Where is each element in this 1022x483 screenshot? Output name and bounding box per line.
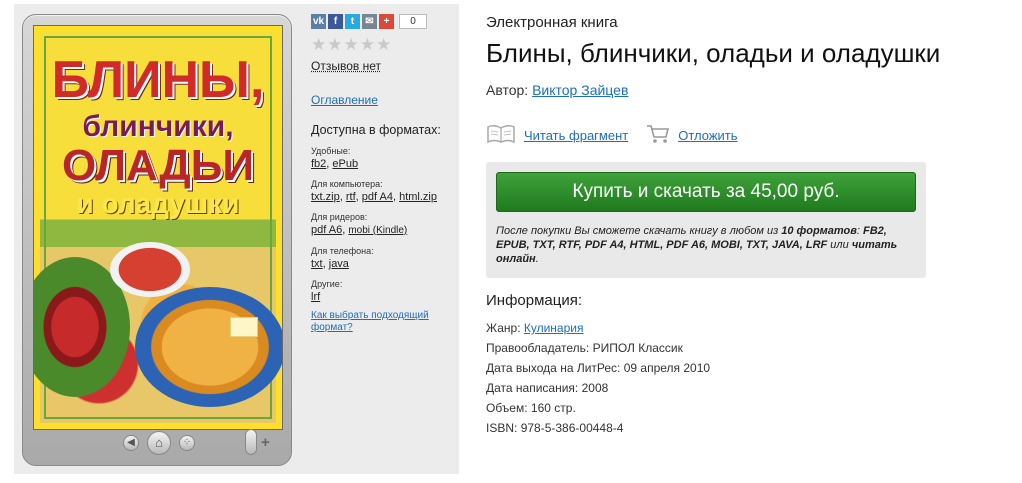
cover-title-line-3: ОЛАДЬИ <box>61 141 254 190</box>
info-row-volume: Объем: 160 стр. <box>486 398 710 418</box>
format-link[interactable]: ePub <box>332 158 358 170</box>
home-icon[interactable]: ⌂ <box>147 431 171 455</box>
author-line: Автор: Виктор Зайцев <box>486 82 628 98</box>
written-label: Дата написания: <box>486 381 579 395</box>
buy-note-or: или <box>830 239 849 251</box>
back-icon[interactable]: ◀ <box>123 435 139 451</box>
menu-icon[interactable]: ⁘ <box>179 435 195 451</box>
book-cover[interactable]: БЛИНЫ, блинчики, ОЛАДЬИ и оладушки <box>33 25 283 430</box>
formats-title: Доступна в форматах: <box>311 123 441 137</box>
butter-pat <box>230 317 258 337</box>
release-value: 09 апреля 2010 <box>623 361 711 375</box>
format-group-label: Для ридеров: <box>311 212 368 222</box>
reader-controls: ◀ ⌂ ⁘ + <box>23 427 291 457</box>
cover-title-line-4: и оладушки <box>76 188 240 219</box>
product-kind: Электронная книга <box>486 14 618 31</box>
volume-value: 160 стр. <box>530 401 576 415</box>
genre-label: Жанр: <box>486 321 521 335</box>
social-share-bar: vk f t ✉ + 0 <box>311 12 456 30</box>
cover-title-line-1: БЛИНЫ, <box>51 51 265 109</box>
reviews-link[interactable]: Отзывов нет <box>311 59 381 73</box>
format-group-label: Удобные: <box>311 146 351 156</box>
toc-link[interactable]: Оглавление <box>311 93 456 107</box>
read-fragment-link[interactable]: Читать фрагмент <box>524 128 628 143</box>
star-icon[interactable]: ★ <box>360 35 376 54</box>
written-value: 2008 <box>581 381 609 395</box>
info-row-isbn: ISBN: 978-5-386-00448-4 <box>486 418 710 438</box>
rights-value: РИПОЛ Классик <box>592 341 683 355</box>
volume-label: Объем: <box>486 401 528 415</box>
format-link[interactable]: mobi (Kindle) <box>348 225 407 236</box>
cover-image: БЛИНЫ, блинчики, ОЛАДЬИ и оладушки <box>34 26 282 429</box>
format-link[interactable]: txt <box>311 258 323 270</box>
release-label: Дата выхода на ЛитРес: <box>486 361 621 375</box>
format-group-label: Другие: <box>311 279 343 289</box>
book-sidebar: vk f t ✉ + 0 ★★★★★ Отзывов нет Оглавлени… <box>311 12 456 334</box>
buy-note-count: 10 форматов <box>781 225 857 237</box>
format-group-label: Для компьютера: <box>311 179 383 189</box>
info-row-written: Дата написания: 2008 <box>486 378 710 398</box>
info-row-rights: Правообладатель: РИПОЛ Классик <box>486 338 710 358</box>
buy-box: Купить и скачать за 45,00 руб. После пок… <box>486 162 926 278</box>
info-row-genre: Жанр: Кулинария <box>486 318 710 338</box>
format-link[interactable]: txt.zip <box>311 191 340 203</box>
format-link[interactable]: fb2 <box>311 158 326 170</box>
author-label: Автор: <box>486 82 529 98</box>
format-link[interactable]: java <box>329 258 349 270</box>
twitter-icon[interactable]: t <box>345 13 360 29</box>
star-icon[interactable]: ★ <box>311 35 327 54</box>
buy-note: После покупки Вы сможете скачать книгу в… <box>496 225 898 265</box>
format-group: Для телефона: txt, java <box>311 246 456 271</box>
info-row-release: Дата выхода на ЛитРес: 09 апреля 2010 <box>486 358 710 378</box>
pancake-plate <box>135 287 282 407</box>
format-link[interactable]: pdf A4 <box>362 191 393 203</box>
star-icon[interactable]: ★ <box>327 35 343 54</box>
cover-title-line-2: блинчики, <box>82 110 234 143</box>
format-link[interactable]: html.zip <box>399 191 437 203</box>
format-group-label: Для телефона: <box>311 246 374 256</box>
buy-note-text: После покупки Вы сможете скачать книгу в… <box>496 225 779 237</box>
book-actions: Читать фрагмент Отложить <box>486 124 738 147</box>
zoom-plus-icon[interactable]: + <box>261 434 270 451</box>
format-group: Удобные: fb2, ePub <box>311 146 456 171</box>
author-link[interactable]: Виктор Зайцев <box>532 82 628 98</box>
format-link[interactable]: rtf <box>346 191 356 203</box>
format-link[interactable]: pdf A6 <box>311 224 342 236</box>
zoom-slider[interactable] <box>245 429 257 455</box>
ereader-frame: БЛИНЫ, блинчики, ОЛАДЬИ и оладушки ◀ ⌂ ⁘… <box>22 14 292 466</box>
isbn-value: 978-5-386-00448-4 <box>520 421 624 435</box>
star-icon[interactable]: ★ <box>344 35 360 54</box>
info-list: Жанр: Кулинария Правообладатель: РИПОЛ К… <box>486 318 710 438</box>
format-group: Другие: lrf <box>311 279 456 304</box>
jam-bowl <box>110 242 190 297</box>
mail-icon[interactable]: ✉ <box>362 13 377 29</box>
facebook-icon[interactable]: f <box>328 13 343 29</box>
google-plus-icon[interactable]: + <box>379 13 394 29</box>
genre-link[interactable]: Кулинария <box>524 321 584 335</box>
info-title: Информация: <box>486 292 583 309</box>
isbn-label: ISBN: <box>486 421 518 435</box>
format-group: Для компьютера: txt.zip, rtf, pdf A4, ht… <box>311 179 456 204</box>
share-count: 0 <box>399 13 427 29</box>
open-book-icon <box>486 124 516 147</box>
vk-icon[interactable]: vk <box>311 13 326 29</box>
rights-label: Правообладатель: <box>486 341 590 355</box>
choose-format-link[interactable]: Как выбрать подходящий формат? <box>311 310 456 334</box>
format-group: Для ридеров: pdf A6, mobi (Kindle) <box>311 212 456 238</box>
buy-button[interactable]: Купить и скачать за 45,00 руб. <box>496 172 916 212</box>
rating-stars[interactable]: ★★★★★ <box>311 35 456 54</box>
format-link[interactable]: lrf <box>311 291 320 303</box>
defer-link[interactable]: Отложить <box>678 128 737 143</box>
cart-icon <box>646 124 670 147</box>
book-title: Блины, блинчики, оладьи и оладушки <box>486 38 941 68</box>
star-icon[interactable]: ★ <box>376 35 392 54</box>
